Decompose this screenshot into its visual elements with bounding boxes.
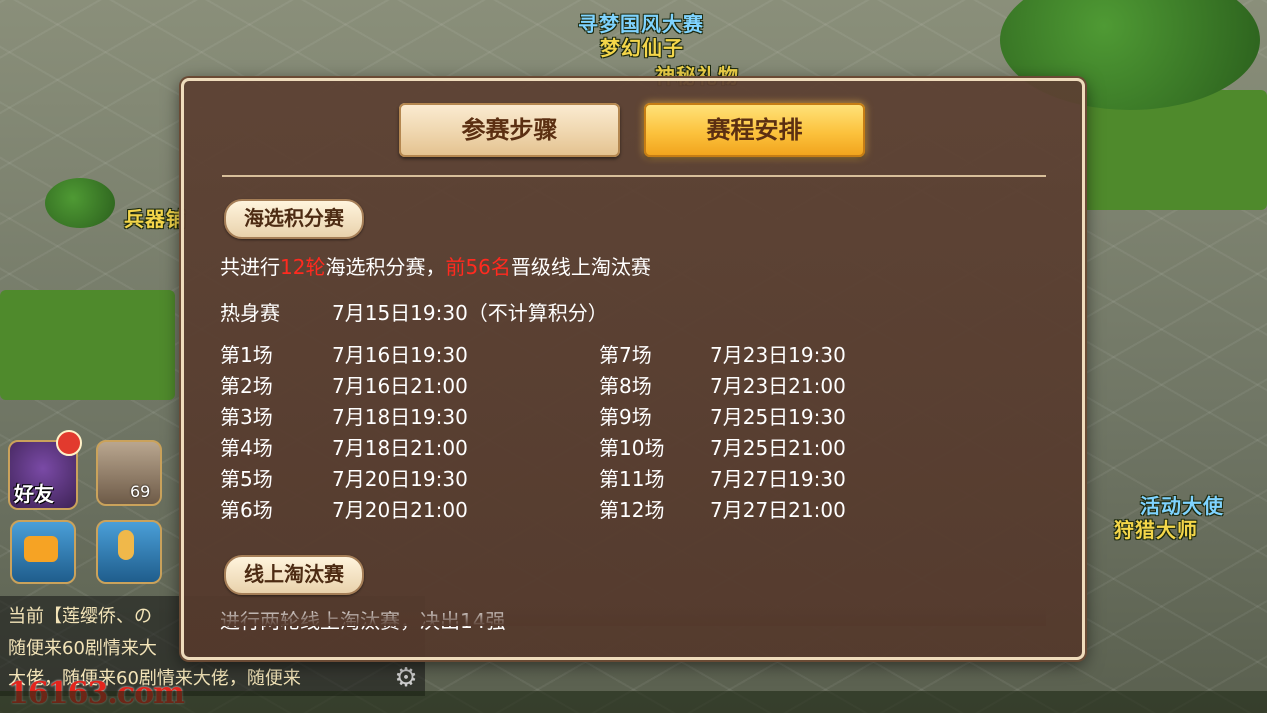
round-label: 第10场	[599, 436, 665, 460]
schedule-modal: 参赛步骤 赛程安排 海选积分赛 共进行12轮海选积分赛，前56名晋级线上淘汰赛 …	[181, 78, 1085, 660]
round-time: 7月16日21:00	[332, 374, 468, 398]
round-label: 第11场	[599, 467, 665, 491]
round-label: 第6场	[220, 498, 273, 522]
qualifier-intro: 共进行12轮海选积分赛，前56名晋级线上淘汰赛	[220, 251, 651, 280]
intro-text: 海选积分赛，	[325, 255, 446, 279]
player-level: 69	[130, 482, 151, 501]
round-time: 7月20日21:00	[332, 498, 468, 522]
round-time: 7月25日19:30	[710, 405, 846, 429]
tab-schedule[interactable]: 赛程安排	[644, 103, 865, 157]
divider	[222, 175, 1046, 177]
scroll-fade	[220, 606, 1046, 626]
round-label: 第8场	[599, 374, 652, 398]
round-time: 7月20日19:30	[332, 467, 468, 491]
section-title-qualifier: 海选积分赛	[224, 199, 364, 239]
intro-text: 共进行	[220, 255, 280, 279]
round-label: 第4场	[220, 436, 273, 460]
player-avatar-button[interactable]	[96, 440, 162, 506]
warmup-time: 7月15日19:30（不计算积分）	[332, 301, 608, 325]
round-time: 7月25日21:00	[710, 436, 846, 460]
npc-label[interactable]: 梦幻仙子	[600, 32, 684, 61]
microphone-icon	[118, 530, 134, 560]
section-title-knockout: 线上淘汰赛	[224, 555, 364, 595]
round-label: 第3场	[220, 405, 273, 429]
bush	[45, 178, 115, 228]
warmup-label: 热身赛	[220, 301, 280, 325]
round-label: 第12场	[599, 498, 665, 522]
chat-bubble-icon	[24, 536, 58, 562]
chat-line: 当前【莲缨侨、の	[8, 606, 152, 627]
chat-line: 随便来60剧情来大	[8, 638, 157, 659]
round-time: 7月18日19:30	[332, 405, 468, 429]
round-time: 7月16日19:30	[332, 343, 468, 367]
round-label: 第7场	[599, 343, 652, 367]
npc-label[interactable]: 兵器铺	[124, 203, 187, 232]
intro-highlight: 12轮	[280, 255, 326, 279]
round-label: 第5场	[220, 467, 273, 491]
bottom-strip	[0, 691, 1267, 713]
round-time: 7月27日21:00	[710, 498, 846, 522]
round-label: 第2场	[220, 374, 273, 398]
npc-label[interactable]: 狩猎大师	[1114, 514, 1198, 543]
grass-patch	[0, 290, 175, 400]
tab-participation-steps[interactable]: 参赛步骤	[399, 103, 620, 157]
intro-highlight: 前56名	[445, 255, 511, 279]
notification-dot	[56, 430, 82, 456]
round-label: 第1场	[220, 343, 273, 367]
round-time: 7月23日19:30	[710, 343, 846, 367]
round-label: 第9场	[599, 405, 652, 429]
round-time: 7月23日21:00	[710, 374, 846, 398]
gear-icon[interactable]: ⚙	[392, 664, 420, 692]
intro-text: 晋级线上淘汰赛	[510, 255, 651, 279]
round-time: 7月27日19:30	[710, 467, 846, 491]
friends-label: 好友	[14, 482, 54, 506]
round-time: 7月18日21:00	[332, 436, 468, 460]
